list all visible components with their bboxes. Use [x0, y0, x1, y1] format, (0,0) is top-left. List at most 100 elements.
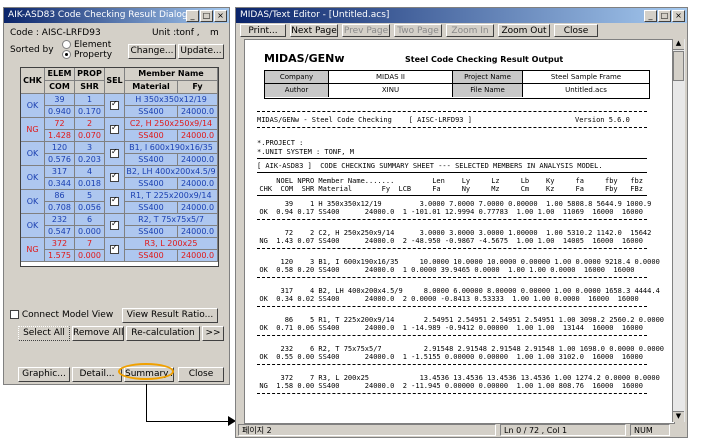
- row-material: SS400: [125, 202, 178, 214]
- row-select-checkbox[interactable]: [110, 147, 119, 158]
- row-shr-ratio: 0.170: [75, 106, 105, 118]
- col-elem-header: ELEM: [45, 68, 75, 81]
- row-select-checkbox[interactable]: [110, 243, 119, 254]
- row-elem: 39: [45, 94, 75, 106]
- dialog-title: AIK-ASD83 Code Checking Result Dialog: [8, 10, 188, 20]
- next-page-button[interactable]: Next Page: [290, 24, 338, 37]
- close-icon[interactable]: ×: [214, 10, 227, 22]
- summary-row-line: 39 1 H 350x350x12/19 3.0000 7.0000 7.000…: [251, 200, 652, 208]
- scroll-down-icon[interactable]: ▼: [673, 411, 684, 422]
- row-select-cell: [105, 166, 125, 190]
- author-value: XINU: [329, 84, 453, 97]
- row-check-status: OK: [21, 190, 45, 214]
- separator: [257, 277, 647, 278]
- zoom-in-button[interactable]: Zoom In: [446, 24, 494, 37]
- remove-all-button[interactable]: Remove All: [72, 326, 124, 341]
- row-select-cell: [105, 214, 125, 238]
- row-select-checkbox[interactable]: [110, 99, 119, 110]
- connector-line-horizontal: [146, 421, 232, 422]
- select-all-button[interactable]: Select All: [18, 326, 70, 341]
- zoom-out-button[interactable]: Zoom Out: [498, 24, 550, 37]
- row-material: SS400: [125, 178, 178, 190]
- result-table: CHK ELEM PROP COM SHR SEL Member Name Ma…: [20, 67, 219, 267]
- row-shr-ratio: 0.000: [75, 250, 105, 262]
- close-icon[interactable]: ×: [672, 10, 685, 22]
- print-button[interactable]: Print...: [240, 24, 286, 37]
- row-prop: 1: [75, 94, 105, 106]
- code-checking-result-dialog: AIK-ASD83 Code Checking Result Dialog _ …: [3, 7, 230, 385]
- status-page: 페이지 2: [238, 424, 496, 436]
- version-line-right: Version 5.6.0: [575, 116, 630, 124]
- row-select-cell: [105, 94, 125, 118]
- connect-model-view-checkbox[interactable]: Connect Model View: [10, 310, 113, 320]
- row-member-name: C2, H 250x250x9/14: [125, 118, 218, 130]
- row-check-status: OK: [21, 142, 45, 166]
- detail-button[interactable]: Detail...: [72, 367, 122, 382]
- maximize-icon[interactable]: □: [200, 10, 213, 22]
- row-check-status: OK: [21, 214, 45, 238]
- sort-element-radio[interactable]: Element: [62, 40, 111, 50]
- scroll-thumb[interactable]: [673, 51, 684, 81]
- project-label: Project Name: [453, 71, 523, 84]
- row-select-checkbox[interactable]: [110, 219, 119, 230]
- more-button[interactable]: >>: [202, 326, 224, 341]
- sort-property-label: Property: [74, 50, 113, 60]
- row-prop: 5: [75, 190, 105, 202]
- prev-page-button[interactable]: Prev Page: [342, 24, 390, 37]
- col-prop-header: PROP: [75, 68, 105, 81]
- col-shr-header: SHR: [75, 81, 105, 94]
- separator: [257, 335, 647, 336]
- minimize-icon[interactable]: _: [186, 10, 199, 22]
- row-elem: 317: [45, 166, 75, 178]
- connect-model-view-label: Connect Model View: [21, 310, 114, 320]
- graphic-button[interactable]: Graphic...: [18, 367, 70, 382]
- row-member-name: R3, L 200x25: [125, 238, 218, 250]
- close-preview-button[interactable]: Close: [554, 24, 598, 37]
- row-select-checkbox[interactable]: [110, 195, 119, 206]
- radio-icon: [62, 40, 71, 49]
- row-fy: 24000.0: [178, 130, 218, 142]
- company-value: MIDAS II: [329, 71, 453, 84]
- editor-titlebar[interactable]: MIDAS/Text Editor - [Untitled.acs] _ □ ×: [236, 8, 687, 23]
- sort-property-radio[interactable]: Property: [62, 50, 112, 60]
- col-fy-header: Fy: [178, 81, 218, 94]
- dialog-titlebar[interactable]: AIK-ASD83 Code Checking Result Dialog _ …: [4, 8, 229, 23]
- view-result-ratio-button[interactable]: View Result Ratio...: [122, 308, 218, 323]
- change-button[interactable]: Change...: [128, 44, 176, 59]
- version-line-left: MIDAS/GENw - Steel Code Checking [ AISC-…: [257, 116, 472, 124]
- row-select-cell: [105, 118, 125, 142]
- row-select-checkbox[interactable]: [110, 123, 119, 134]
- row-com-ratio: 1.428: [45, 130, 75, 142]
- report-subtitle: Steel Code Checking Result Output: [405, 55, 564, 64]
- row-check-status: OK: [21, 166, 45, 190]
- summary-row-line: OK 0.55 0.00 SS400 24000.0 1 -1.5155 0.0…: [251, 353, 643, 361]
- summary-row-line: OK 0.71 0.06 SS400 24000.0 1 -14.989 -0.…: [251, 324, 643, 332]
- project-line: *.PROJECT :: [257, 139, 304, 147]
- sorted-by-label: Sorted by: [10, 45, 54, 55]
- unit-value-length: m: [210, 28, 219, 38]
- recalculation-button[interactable]: Re-calculation: [126, 326, 200, 341]
- row-prop: 4: [75, 166, 105, 178]
- close-button[interactable]: Close: [178, 367, 224, 382]
- text-editor-window: MIDAS/Text Editor - [Untitled.acs] _ □ ×…: [235, 7, 688, 438]
- row-member-name: R1, T 225x200x9/14: [125, 190, 218, 202]
- unit-system-line: *.UNIT SYSTEM : TONF, M: [257, 148, 354, 156]
- row-com-ratio: 0.940: [45, 106, 75, 118]
- row-fy: 24000.0: [178, 178, 218, 190]
- status-num: NUM: [630, 424, 670, 436]
- update-button[interactable]: Update...: [178, 44, 224, 59]
- maximize-icon[interactable]: □: [658, 10, 671, 22]
- row-com-ratio: 0.576: [45, 154, 75, 166]
- vertical-scrollbar[interactable]: ▲ ▼: [672, 39, 685, 422]
- summary-row-line: 317 4 B2, LH 400x200x4.5/9 8.0000 6.0000…: [251, 287, 660, 295]
- row-material: SS400: [125, 226, 178, 238]
- file-label: File Name: [453, 84, 523, 97]
- minimize-icon[interactable]: _: [644, 10, 657, 22]
- company-label: Company: [265, 71, 329, 84]
- two-page-button[interactable]: Two Page: [394, 24, 442, 37]
- unit-label: Unit :: [152, 28, 177, 38]
- row-select-checkbox[interactable]: [110, 171, 119, 182]
- scroll-up-icon[interactable]: ▲: [673, 39, 684, 50]
- row-shr-ratio: 0.070: [75, 130, 105, 142]
- row-check-status: NG: [21, 238, 45, 262]
